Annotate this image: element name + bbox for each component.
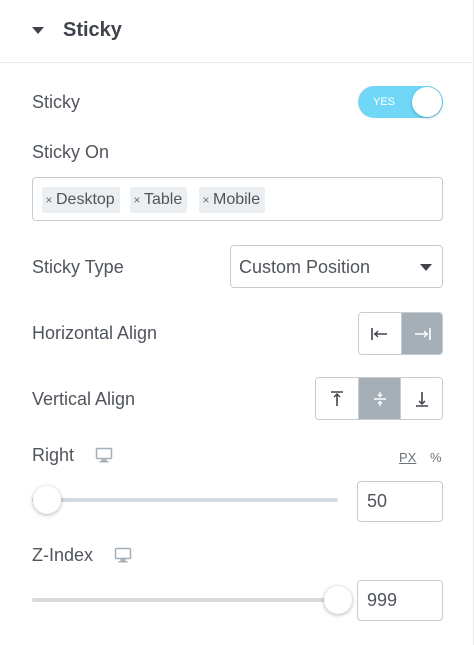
sticky-panel: Sticky Sticky YES Sticky On × Desktop × Ta… [0,0,474,645]
horizontal-align-group [358,312,443,355]
toggle-knob [412,87,442,117]
sticky-on-label: Sticky On [32,142,110,162]
desktop-icon[interactable] [114,547,132,563]
right-label: Right [32,445,75,465]
horizontal-align-label: Horizontal Align [32,323,158,343]
section-header[interactable]: Sticky [0,0,474,63]
sticky-toggle[interactable]: YES [358,86,443,118]
remove-tag-icon[interactable]: × [130,187,144,213]
remove-tag-icon[interactable]: × [42,187,56,213]
z-index-label: Z-Index [32,545,94,565]
align-right-button[interactable] [400,313,442,354]
align-bottom-icon [415,391,428,407]
chevron-down-icon [420,264,432,271]
sticky-label: Sticky [32,92,81,112]
sticky-type-label: Sticky Type [32,257,124,277]
toggle-text: YES [373,96,396,108]
vertical-align-label: Vertical Align [32,389,136,409]
tag-mobile: × Mobile [199,187,266,213]
align-top-button[interactable] [316,378,358,419]
vertical-align-group [315,377,443,420]
remove-tag-icon[interactable]: × [199,187,213,213]
desktop-icon[interactable] [95,447,113,463]
unit-percent[interactable]: % [430,450,442,465]
section-title: Sticky [63,19,122,41]
caret-down-icon[interactable] [32,27,44,34]
align-right-icon [414,327,431,340]
align-left-icon [370,327,387,340]
sticky-on-multiselect[interactable]: × Desktop × Table × Mobile [32,177,443,221]
tag-label: Table [144,191,183,208]
sticky-type-select[interactable]: Custom Position [230,245,443,288]
right-slider-handle[interactable] [33,486,61,514]
tag-label: Desktop [56,191,115,208]
z-index-slider-track[interactable] [32,598,338,602]
align-middle-icon [373,391,386,406]
select-value: Custom Position [239,257,371,277]
align-left-button[interactable] [359,313,401,354]
unit-px[interactable]: PX [399,450,416,465]
z-index-slider-handle[interactable] [324,586,352,614]
z-index-value-input[interactable]: 999 [357,580,443,621]
align-bottom-button[interactable] [400,378,442,419]
right-value-input[interactable]: 50 [357,481,443,522]
tag-desktop: × Desktop [42,187,120,213]
align-top-icon [331,390,343,406]
align-middle-button[interactable] [358,378,400,419]
tag-label: Mobile [213,191,261,208]
right-slider-track[interactable] [32,498,338,502]
tag-table: × Table [130,187,188,213]
